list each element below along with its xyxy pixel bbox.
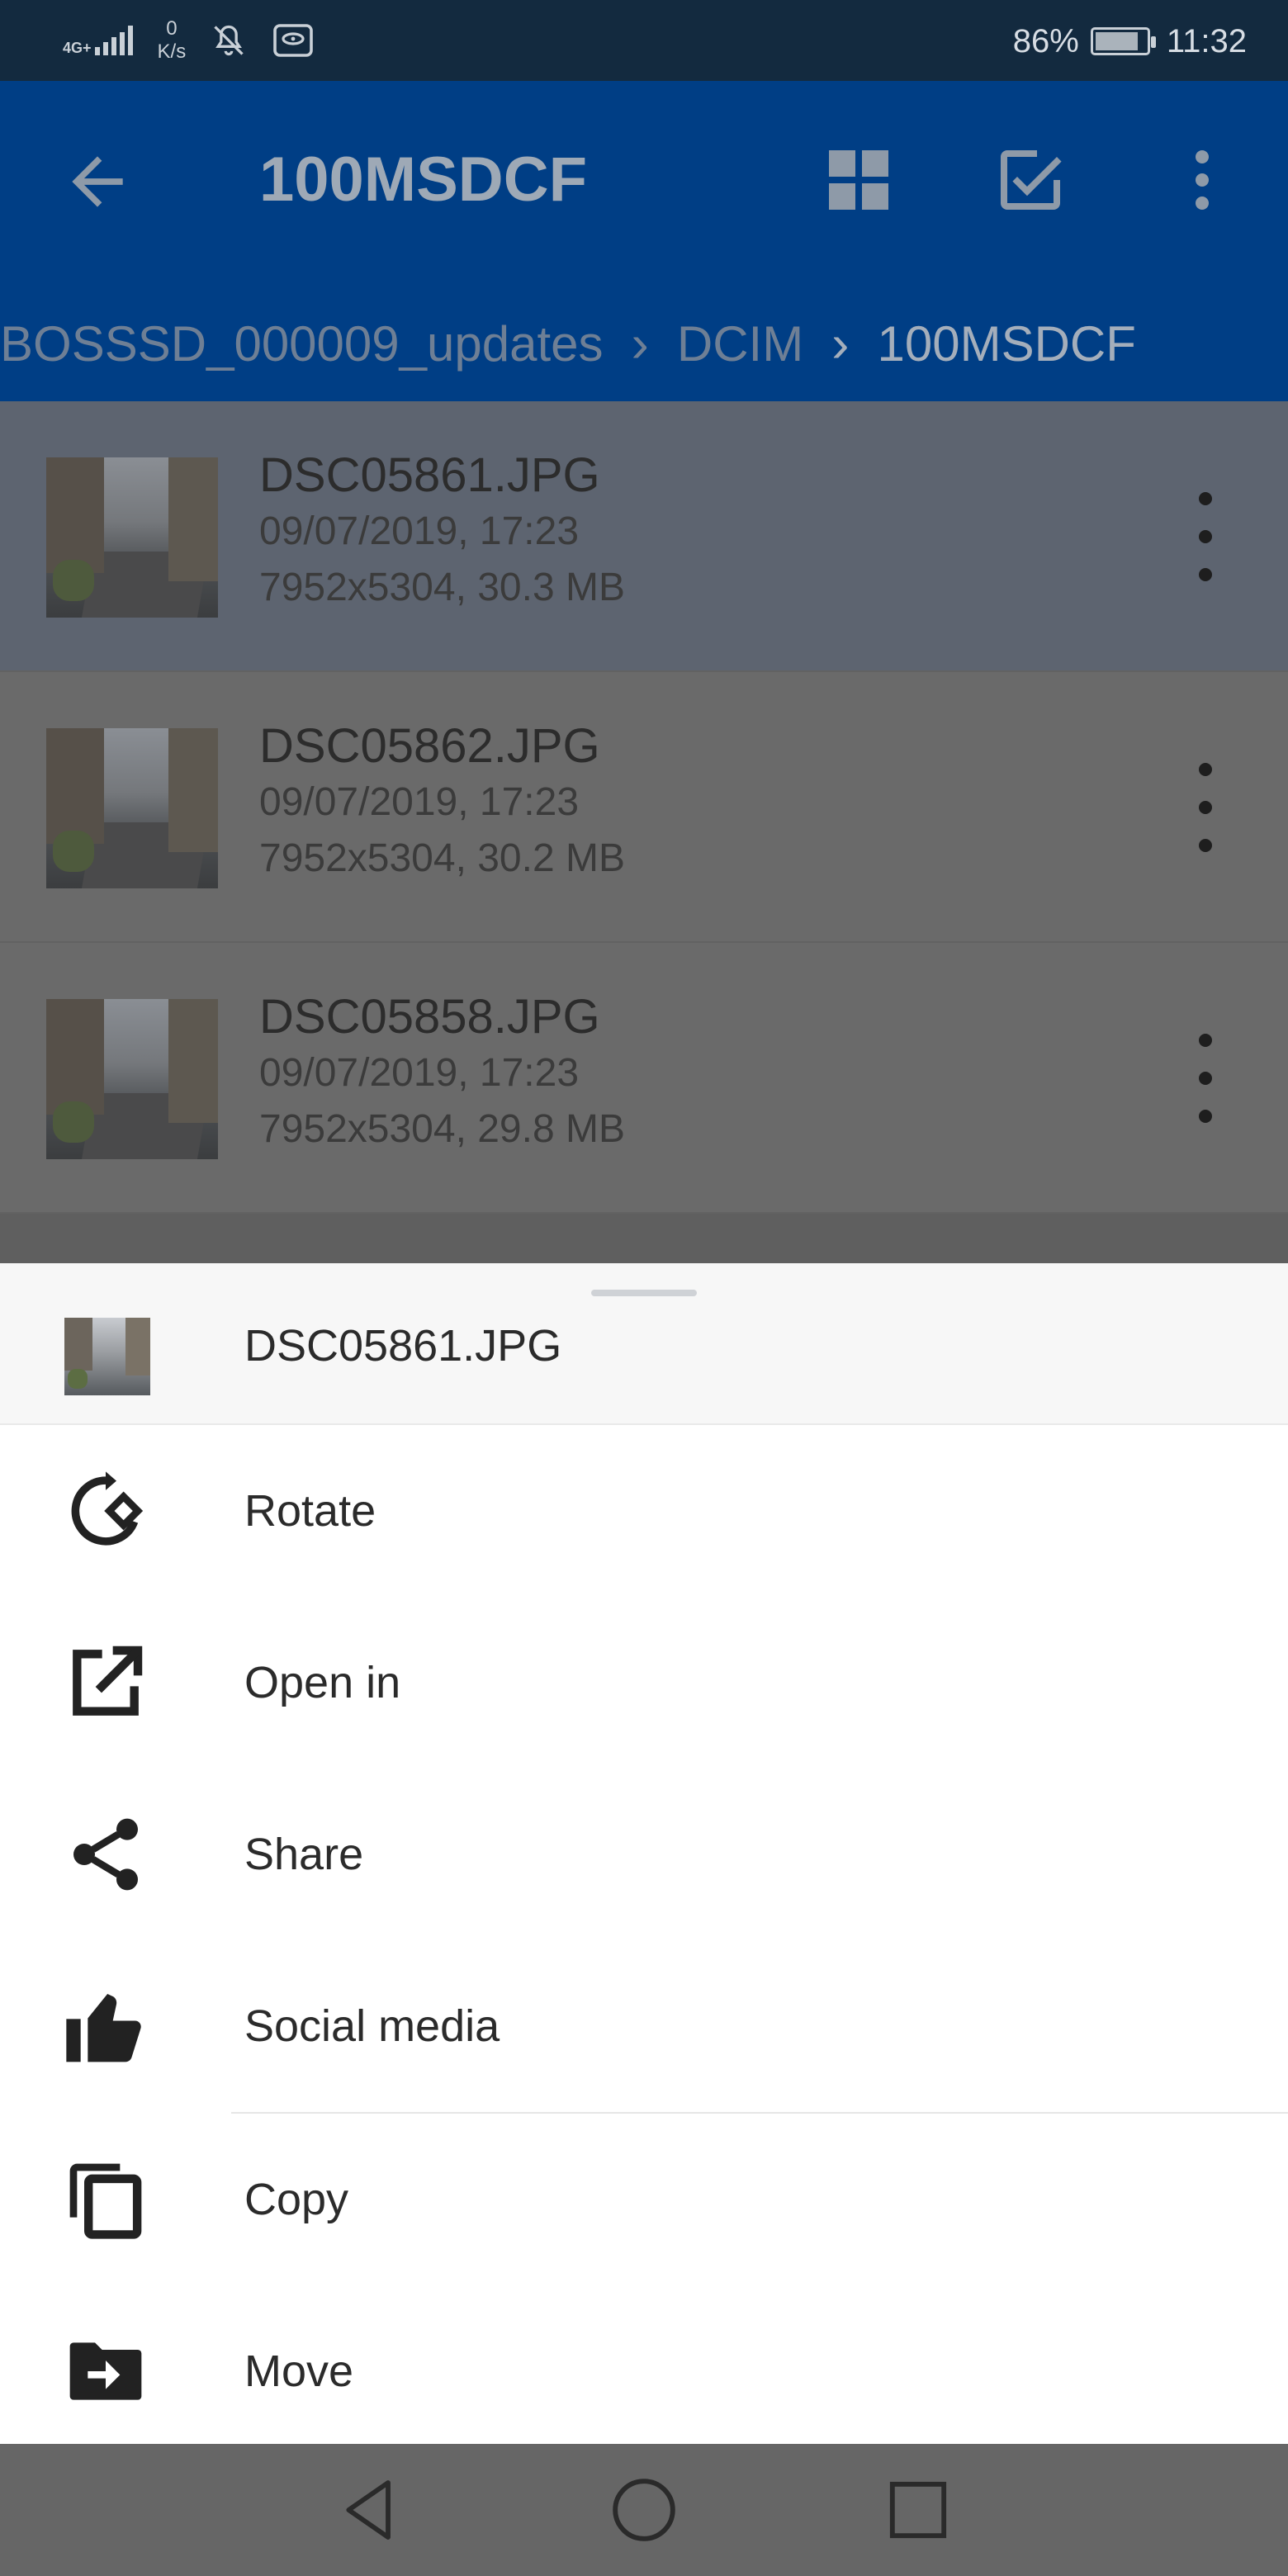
breadcrumb-item-dcim[interactable]: DCIM (677, 315, 803, 372)
bottom-sheet: DSC05861.JPG Rotate Open in Share Social… (0, 1263, 1288, 2444)
rotate-icon (71, 1471, 144, 1546)
chevron-right-icon: › (631, 314, 649, 373)
action-copy[interactable]: Copy (0, 2114, 1288, 2285)
bell-off-icon (214, 25, 244, 56)
action-label: Rotate (244, 1486, 376, 1536)
select-checkbox-icon[interactable] (991, 140, 1070, 220)
action-open-in[interactable]: Open in (0, 1597, 1288, 1769)
network-speed-unit: K/s (157, 40, 187, 63)
file-info: 7952x5304, 30.3 MB (259, 566, 625, 609)
drag-handle[interactable] (591, 1290, 697, 1296)
file-date: 09/07/2019, 17:23 (259, 780, 580, 824)
sheet-file-name: DSC05861.JPG (244, 1321, 562, 1371)
file-thumbnail (46, 457, 218, 618)
nav-back-icon[interactable] (334, 2474, 406, 2546)
battery-percent: 86% (1012, 22, 1079, 59)
cell-signal: 4G+ (63, 26, 133, 55)
file-info: 7952x5304, 29.8 MB (259, 1107, 625, 1151)
file-thumbnail (46, 999, 218, 1159)
sheet-header: DSC05861.JPG (0, 1263, 1288, 1425)
more-vert-icon[interactable] (1189, 1034, 1222, 1123)
action-label: Share (244, 1830, 364, 1879)
back-arrow-icon[interactable] (59, 144, 135, 220)
list-item[interactable]: DSC05861.JPG 09/07/2019, 17:23 7952x5304… (0, 401, 1288, 672)
status-right: 86% 11:32 (1013, 18, 1247, 64)
page-title: 100MSDCF (259, 144, 587, 215)
network-speed: 0 K/s (158, 17, 187, 64)
overflow-menu-icon[interactable] (1163, 140, 1242, 220)
file-date: 09/07/2019, 17:23 (259, 509, 580, 553)
hdd-icon (273, 24, 314, 57)
signal-bars-icon (94, 26, 133, 55)
file-name: DSC05861.JPG (259, 448, 600, 502)
file-name: DSC05862.JPG (259, 719, 600, 773)
file-date: 09/07/2019, 17:23 (259, 1051, 580, 1095)
action-share[interactable]: Share (0, 1769, 1288, 1940)
chevron-right-icon: › (831, 314, 850, 373)
action-rotate[interactable]: Rotate (0, 1425, 1288, 1597)
action-label: Open in (244, 1658, 401, 1707)
breadcrumb-item-root[interactable]: BOSSSD_000009_updates (0, 315, 604, 372)
network-type: 4G+ (63, 40, 92, 56)
action-label: Social media (244, 2001, 500, 2051)
action-label: Copy (244, 2175, 349, 2224)
breadcrumb: BOSSSD_000009_updates › DCIM › 100MSDCF (0, 302, 1288, 385)
nav-recents-icon[interactable] (882, 2474, 954, 2546)
system-nav-bar (0, 2444, 1288, 2576)
grid-view-icon[interactable] (819, 140, 898, 220)
sheet-file-thumbnail (64, 1318, 150, 1395)
list-item[interactable]: DSC05858.JPG 09/07/2019, 17:23 7952x5304… (0, 943, 1288, 1214)
action-move[interactable]: Move (0, 2285, 1288, 2457)
battery-icon (1090, 27, 1156, 55)
open-in-icon (73, 1646, 143, 1716)
nav-home-icon[interactable] (608, 2474, 680, 2546)
move-icon (69, 2342, 142, 2400)
action-label: Move (244, 2346, 354, 2396)
action-social-media[interactable]: Social media (0, 1940, 1288, 2112)
status-left: 4G+ 0 K/s (63, 13, 315, 68)
file-name: DSC05858.JPG (259, 990, 600, 1044)
breadcrumb-item-current[interactable]: 100MSDCF (877, 315, 1135, 372)
app-bar: 100MSDCF BOSSSD_000009_updates › DCIM › … (0, 81, 1288, 401)
list-item[interactable]: DSC05862.JPG 09/07/2019, 17:23 7952x5304… (0, 672, 1288, 943)
clock: 11:32 (1166, 22, 1247, 59)
network-speed-value: 0 (166, 17, 178, 40)
file-thumbnail (46, 728, 218, 888)
status-bar: 4G+ 0 K/s 86% 11:32 (0, 0, 1288, 81)
thumb-up-icon (66, 1994, 141, 2062)
file-info: 7952x5304, 30.2 MB (259, 836, 625, 880)
more-vert-icon[interactable] (1189, 763, 1222, 852)
copy-icon (69, 2163, 142, 2239)
share-icon (73, 1818, 138, 1891)
more-vert-icon[interactable] (1189, 492, 1222, 581)
